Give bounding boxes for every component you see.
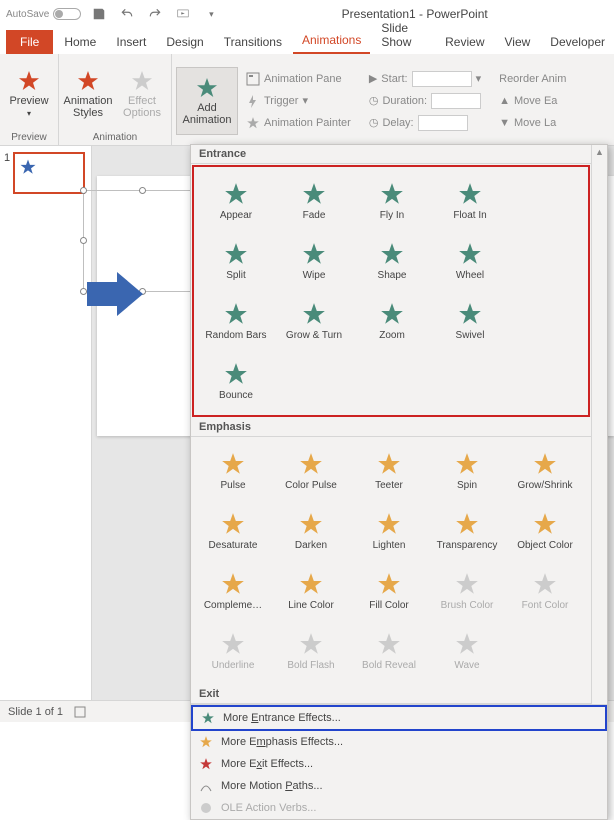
animation-styles-button[interactable]: Animation Styles bbox=[63, 60, 113, 128]
start-input[interactable] bbox=[412, 71, 472, 87]
start-from-beginning-icon[interactable] bbox=[173, 4, 193, 24]
tab-slideshow[interactable]: Slide Show bbox=[372, 16, 434, 54]
tab-home[interactable]: Home bbox=[55, 30, 105, 54]
save-icon[interactable] bbox=[89, 4, 109, 24]
autosave-toggle[interactable]: AutoSave bbox=[6, 8, 81, 20]
effect-grow-shrink[interactable]: Grow/Shrink bbox=[506, 441, 584, 501]
group-label-animation: Animation bbox=[63, 131, 167, 145]
trigger-button[interactable]: Trigger ▾ bbox=[242, 91, 355, 111]
effect-color-pulse[interactable]: Color Pulse bbox=[272, 441, 350, 501]
effect-shape[interactable]: Shape bbox=[353, 231, 431, 291]
effect-compleme-[interactable]: Compleme… bbox=[194, 561, 272, 621]
slide-thumbnail-panel: 1 bbox=[0, 146, 92, 700]
effect-swivel[interactable]: Swivel bbox=[431, 291, 509, 351]
effect-options-button: Effect Options bbox=[117, 60, 167, 128]
effect-brush-color: Brush Color bbox=[428, 561, 506, 621]
group-label-preview: Preview bbox=[4, 131, 54, 145]
effect-underline: Underline bbox=[194, 621, 272, 681]
duration-input[interactable] bbox=[431, 93, 481, 109]
add-animation-button[interactable]: Add Animation bbox=[176, 67, 238, 135]
qat-customize-icon[interactable]: ▾ bbox=[201, 4, 221, 24]
exit-header: Exit bbox=[191, 685, 591, 704]
move-earlier-button[interactable]: ▲ Move Ea bbox=[495, 91, 570, 111]
undo-icon[interactable] bbox=[117, 4, 137, 24]
effect-desaturate[interactable]: Desaturate bbox=[194, 501, 272, 561]
tab-transitions[interactable]: Transitions bbox=[215, 30, 291, 54]
tab-insert[interactable]: Insert bbox=[107, 30, 155, 54]
effect-appear[interactable]: Appear bbox=[197, 171, 275, 231]
more-exit-effects[interactable]: More Exit Effects... bbox=[191, 753, 607, 775]
effect-fade[interactable]: Fade bbox=[275, 171, 353, 231]
tab-file[interactable]: File bbox=[6, 30, 53, 54]
effect-wave: Wave bbox=[428, 621, 506, 681]
start-dropdown[interactable]: ▶ Start: ▾ bbox=[365, 69, 485, 89]
animation-painter-button[interactable]: Animation Painter bbox=[242, 113, 355, 133]
ribbon-tabs: File Home Insert Design Transitions Anim… bbox=[0, 28, 614, 54]
tab-animations[interactable]: Animations bbox=[293, 28, 370, 54]
effect-wheel[interactable]: Wheel bbox=[431, 231, 509, 291]
effect-pulse[interactable]: Pulse bbox=[194, 441, 272, 501]
tab-view[interactable]: View bbox=[496, 30, 540, 54]
effect-teeter[interactable]: Teeter bbox=[350, 441, 428, 501]
effect-lighten[interactable]: Lighten bbox=[350, 501, 428, 561]
reorder-label: Reorder Anim bbox=[495, 69, 570, 89]
effect-zoom[interactable]: Zoom bbox=[353, 291, 431, 351]
ole-action-verbs: OLE Action Verbs... bbox=[191, 797, 607, 819]
title-bar: AutoSave ▾ Presentation1 - PowerPoint bbox=[0, 0, 614, 28]
effect-object-color[interactable]: Object Color bbox=[506, 501, 584, 561]
preview-button[interactable]: Preview ▾ bbox=[4, 60, 54, 128]
effect-font-color: Font Color bbox=[506, 561, 584, 621]
move-later-button[interactable]: ▼ Move La bbox=[495, 113, 570, 133]
entrance-header: Entrance bbox=[191, 145, 591, 164]
tab-developer[interactable]: Developer bbox=[541, 30, 614, 54]
emphasis-header: Emphasis bbox=[191, 418, 591, 437]
effect-transparency[interactable]: Transparency bbox=[428, 501, 506, 561]
delay-field[interactable]: ◷ Delay: bbox=[365, 113, 485, 133]
slide-count: Slide 1 of 1 bbox=[8, 706, 63, 718]
effect-bounce[interactable]: Bounce bbox=[197, 351, 275, 411]
effect-random-bars[interactable]: Random Bars bbox=[197, 291, 275, 351]
tab-design[interactable]: Design bbox=[157, 30, 212, 54]
effect-line-color[interactable]: Line Color bbox=[272, 561, 350, 621]
effect-bold-reveal: Bold Reveal bbox=[350, 621, 428, 681]
delay-input[interactable] bbox=[418, 115, 468, 131]
gallery-scrollbar[interactable]: ▲ bbox=[591, 145, 607, 704]
more-emphasis-effects[interactable]: More Emphasis Effects... bbox=[191, 731, 607, 753]
arrow-shape[interactable] bbox=[87, 272, 143, 316]
add-animation-gallery: Entrance AppearFadeFly InFloat In SplitWi… bbox=[190, 144, 608, 820]
notes-icon[interactable] bbox=[73, 705, 87, 719]
ribbon: Preview ▾ Preview Animation Styles Effec… bbox=[0, 54, 614, 146]
more-entrance-effects[interactable]: More Entrance Effects... bbox=[191, 705, 607, 731]
tab-review[interactable]: Review bbox=[436, 30, 493, 54]
effect-bold-flash: Bold Flash bbox=[272, 621, 350, 681]
effect-wipe[interactable]: Wipe bbox=[275, 231, 353, 291]
effect-split[interactable]: Split bbox=[197, 231, 275, 291]
slide-number: 1 bbox=[4, 152, 10, 194]
effect-darken[interactable]: Darken bbox=[272, 501, 350, 561]
effect-spin[interactable]: Spin bbox=[428, 441, 506, 501]
effect-fill-color[interactable]: Fill Color bbox=[350, 561, 428, 621]
animation-pane-button[interactable]: Animation Pane bbox=[242, 69, 355, 89]
duration-field[interactable]: ◷ Duration: bbox=[365, 91, 485, 111]
effect-grow-turn[interactable]: Grow & Turn bbox=[275, 291, 353, 351]
effect-float-in[interactable]: Float In bbox=[431, 171, 509, 231]
redo-icon[interactable] bbox=[145, 4, 165, 24]
effect-fly-in[interactable]: Fly In bbox=[353, 171, 431, 231]
more-motion-paths[interactable]: More Motion Paths... bbox=[191, 775, 607, 797]
slide-thumbnail-1[interactable] bbox=[13, 152, 85, 194]
